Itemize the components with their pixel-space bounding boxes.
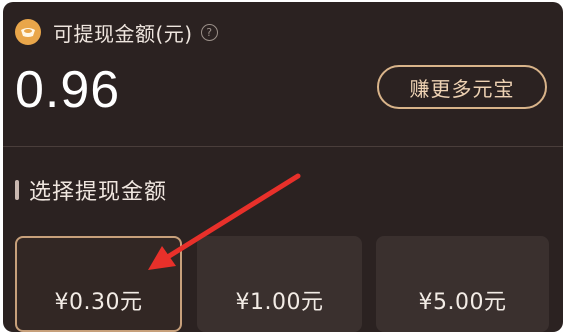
section-title: 选择提现金额 xyxy=(15,174,167,206)
withdraw-panel: 可提现金额(元) ? 0.96 赚更多元宝 选择提现金额 ¥0.30元 ¥1.0… xyxy=(3,2,563,332)
title-accent-bar xyxy=(15,180,19,200)
earn-more-button[interactable]: 赚更多元宝 xyxy=(377,65,547,109)
balance-header: 可提现金额(元) ? xyxy=(15,19,218,46)
gold-coin-icon xyxy=(15,19,41,45)
section-title-text: 选择提现金额 xyxy=(29,180,168,205)
question-circle-icon[interactable]: ? xyxy=(200,23,218,41)
balance-amount: 0.96 xyxy=(15,61,121,119)
divider xyxy=(3,146,563,147)
balance-label: 可提现金额(元) xyxy=(53,21,193,46)
